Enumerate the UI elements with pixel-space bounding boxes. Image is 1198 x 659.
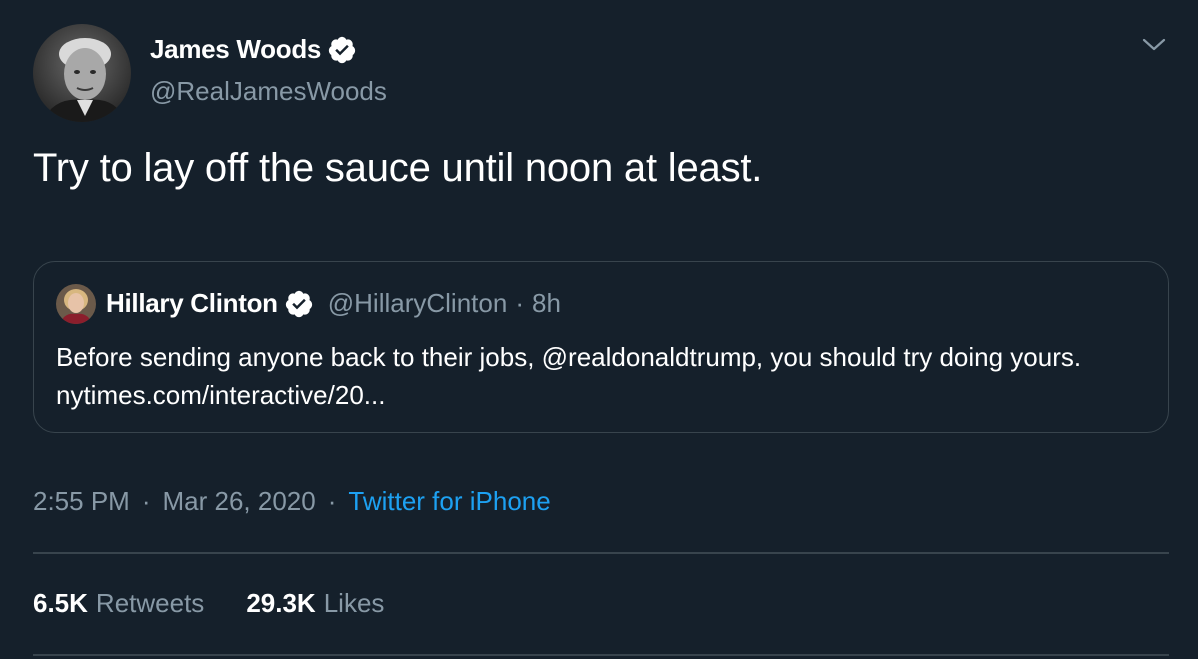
person-avatar-icon xyxy=(56,284,96,324)
quoted-author-display-name: Hillary Clinton xyxy=(106,288,278,318)
quoted-header-separator: · xyxy=(515,288,524,318)
person-avatar-icon xyxy=(33,24,131,122)
retweets-label: Retweets xyxy=(95,588,205,618)
likes-count: 29.3K xyxy=(246,588,316,618)
tweet-container: James Woods @RealJamesWoods Try to lay o… xyxy=(0,0,1198,659)
author-name-row[interactable]: James Woods xyxy=(150,34,357,65)
tweet-time[interactable]: 2:55 PM xyxy=(33,486,130,517)
likes-stat[interactable]: 29.3K Likes xyxy=(246,588,384,619)
divider xyxy=(33,552,1169,554)
tweet-source-link[interactable]: Twitter for iPhone xyxy=(348,486,550,517)
author-avatar[interactable] xyxy=(33,24,131,122)
chevron-down-icon[interactable] xyxy=(1140,34,1168,56)
tweet-text: Try to lay off the sauce until noon at l… xyxy=(33,146,763,190)
retweets-count: 6.5K xyxy=(33,588,88,618)
meta-separator: · xyxy=(327,486,337,516)
quoted-author-handle: @HillaryClinton xyxy=(327,288,508,318)
retweets-stat[interactable]: 6.5K Retweets xyxy=(33,588,204,619)
verified-badge-icon xyxy=(284,289,314,319)
tweet-date[interactable]: Mar 26, 2020 xyxy=(163,486,316,517)
author-handle[interactable]: @RealJamesWoods xyxy=(150,76,387,107)
meta-separator: · xyxy=(141,486,151,516)
author-display-name[interactable]: James Woods xyxy=(150,34,321,65)
tweet-metadata: 2:55 PM · Mar 26, 2020 · Twitter for iPh… xyxy=(33,486,551,517)
tweet-stats: 6.5K Retweets 29.3K Likes xyxy=(33,588,426,619)
likes-label: Likes xyxy=(323,588,385,618)
quoted-tweet-header: Hillary Clinton @HillaryClinton · 8h xyxy=(106,288,561,319)
quoted-tweet-text: Before sending anyone back to their jobs… xyxy=(56,342,1082,410)
quoted-tweet-card[interactable]: Hillary Clinton @HillaryClinton · 8h Bef… xyxy=(33,261,1169,433)
divider xyxy=(33,654,1169,656)
verified-badge-icon xyxy=(327,35,357,65)
quoted-tweet-time: 8h xyxy=(531,288,561,318)
quoted-author-avatar xyxy=(56,284,96,324)
